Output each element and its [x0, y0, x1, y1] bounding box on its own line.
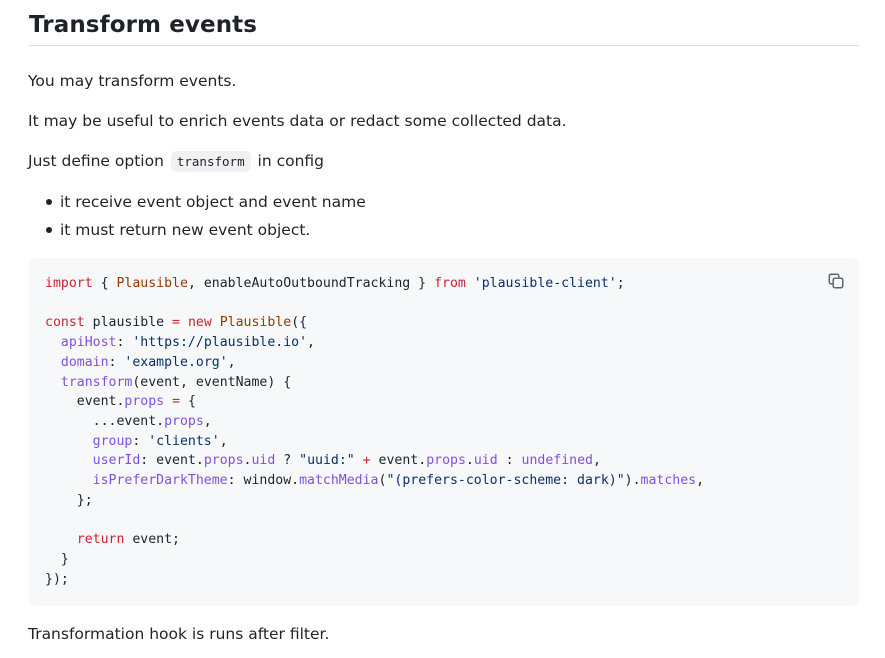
code-line: apiHost: 'https://plausible.io',	[60, 335, 315, 351]
copy-button[interactable]	[827, 272, 845, 290]
inline-code-transform: transform	[170, 151, 251, 172]
option-text-before: Just define option	[28, 152, 164, 170]
copy-icon	[828, 273, 844, 289]
list-item: it receive event object and event name	[28, 190, 366, 218]
code-block: import { Plausible, enableAutoOutboundTr…	[29, 258, 859, 606]
code-line: group: 'clients',	[92, 433, 228, 449]
docs-page: Transform events You may transform event…	[0, 0, 885, 658]
list-item: it must return new event object.	[28, 218, 366, 246]
intro-paragraph: You may transform events.	[28, 72, 237, 90]
code-line: return event;	[76, 532, 180, 548]
code-line: import { Plausible, enableAutoOutboundTr…	[45, 276, 625, 291]
code-line: ...event.props,	[45, 413, 212, 429]
code-line: userId: event.props.uid ? "uuid:" + even…	[92, 453, 601, 469]
code-line: event.props = {	[45, 394, 196, 410]
code-line: domain: 'example.org',	[60, 354, 236, 370]
section-heading: Transform events	[29, 12, 859, 46]
code-line: const plausible = new Plausible({	[45, 315, 308, 331]
option-paragraph: Just define option transform in config	[28, 150, 324, 173]
requirements-list: it receive event object and event name i…	[28, 190, 366, 246]
footer-paragraph: Transformation hook is runs after filter…	[28, 625, 330, 643]
code-line: isPreferDarkTheme: window.matchMedia("(p…	[92, 473, 705, 489]
code-line: };	[45, 492, 93, 508]
code-line: transform(event, eventName) {	[60, 374, 292, 390]
code-content: import { Plausible, enableAutoOutboundTr…	[45, 274, 704, 589]
code-line: });	[45, 571, 69, 587]
code-line: }	[45, 551, 69, 567]
purpose-paragraph: It may be useful to enrich events data o…	[28, 112, 567, 130]
option-text-after: in config	[257, 152, 325, 170]
